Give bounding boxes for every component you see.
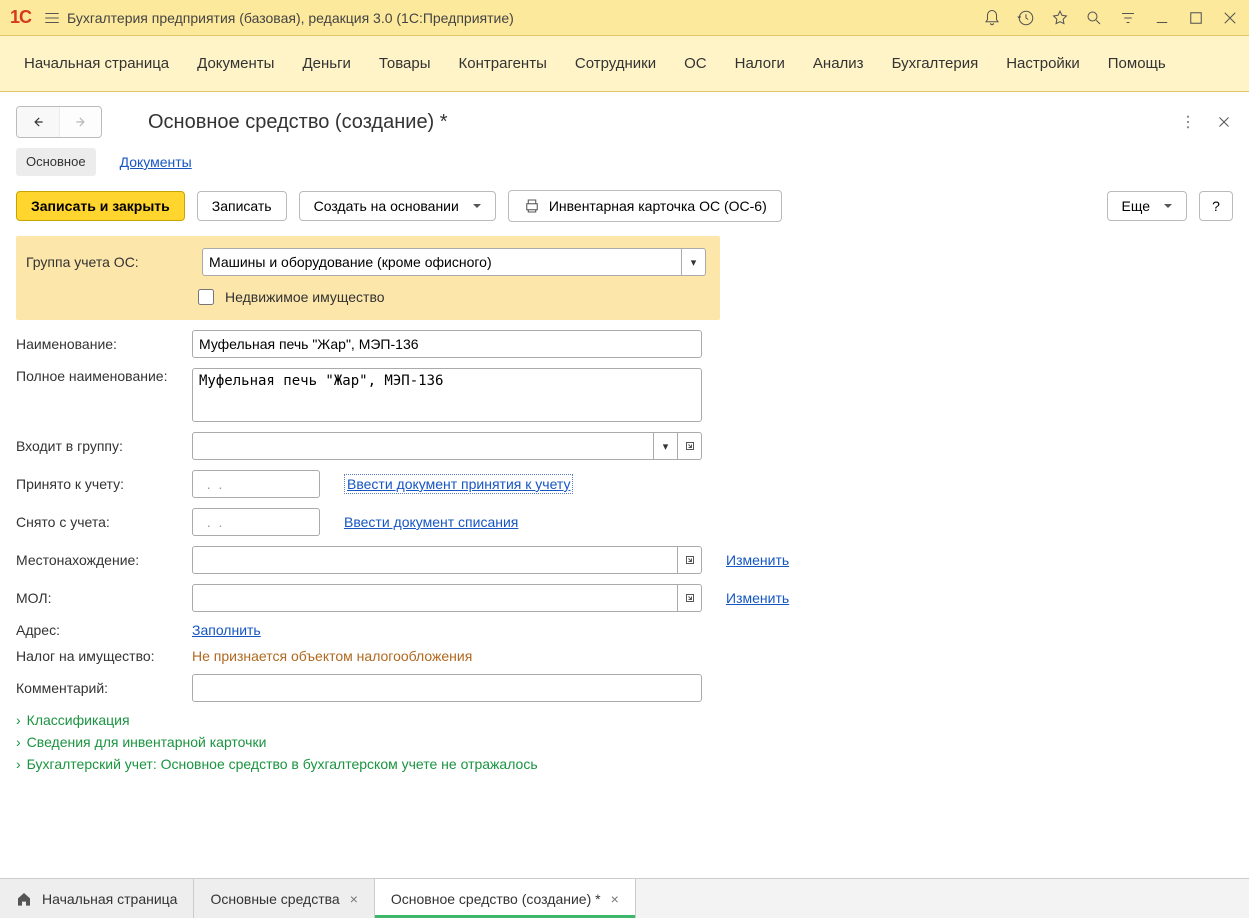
- save-and-close-button[interactable]: Записать и закрыть: [16, 191, 185, 221]
- history-nav: [16, 106, 102, 138]
- location-change-link[interactable]: Изменить: [726, 552, 789, 568]
- app-logo: 1C: [10, 7, 31, 28]
- subtab-documents[interactable]: Документы: [110, 148, 202, 176]
- in-group-dropdown-button[interactable]: ▾: [654, 432, 678, 460]
- maximize-icon[interactable]: [1187, 9, 1205, 27]
- group-inventory-card[interactable]: › Сведения для инвентарной карточки: [16, 734, 576, 750]
- nav-help[interactable]: Помощь: [1108, 55, 1166, 72]
- removed-date-input[interactable]: [192, 508, 320, 536]
- tab-current-label: Основное средство (создание) *: [391, 891, 601, 907]
- history-icon[interactable]: [1017, 9, 1035, 27]
- tab-fixed-assets[interactable]: Основные средства ×: [194, 879, 374, 918]
- nav-money[interactable]: Деньги: [302, 55, 350, 72]
- subtab-main[interactable]: Основное: [16, 148, 96, 176]
- mol-change-link[interactable]: Изменить: [726, 590, 789, 606]
- in-group-label: Входит в группу:: [16, 438, 184, 454]
- realty-checkbox-row[interactable]: Недвижимое имущество: [194, 286, 710, 308]
- tab-current[interactable]: Основное средство (создание) * ×: [375, 879, 636, 918]
- in-group-open-button[interactable]: [678, 432, 702, 460]
- main-nav: Начальная страница Документы Деньги Това…: [0, 36, 1249, 92]
- location-input[interactable]: [192, 546, 678, 574]
- removed-label: Снято с учета:: [16, 514, 184, 530]
- nav-home[interactable]: Начальная страница: [24, 55, 169, 72]
- comment-label: Комментарий:: [16, 680, 184, 696]
- hamburger-icon[interactable]: [43, 9, 61, 27]
- titlebar-buttons: [983, 9, 1239, 27]
- save-button[interactable]: Записать: [197, 191, 287, 221]
- nav-documents[interactable]: Документы: [197, 55, 274, 72]
- nav-analysis[interactable]: Анализ: [813, 55, 864, 72]
- accepted-link[interactable]: Ввести документ принятия к учету: [344, 474, 573, 494]
- realty-checkbox[interactable]: [198, 289, 214, 305]
- tax-value: Не признается объектом налогообложения: [192, 648, 472, 664]
- nav-employees[interactable]: Сотрудники: [575, 55, 656, 72]
- accepted-label: Принято к учету:: [16, 476, 184, 492]
- group-accounting[interactable]: › Бухгалтерский учет: Основное средство …: [16, 756, 576, 772]
- nav-taxes[interactable]: Налоги: [735, 55, 785, 72]
- location-label: Местонахождение:: [16, 552, 184, 568]
- tab-close-icon[interactable]: ×: [611, 891, 619, 907]
- full-name-label: Полное наименование:: [16, 368, 184, 384]
- nav-os[interactable]: ОС: [684, 55, 707, 72]
- print-card-button[interactable]: Инвентарная карточка ОС (ОС-6): [508, 190, 782, 222]
- printer-icon: [523, 197, 541, 215]
- page-title: Основное средство (создание) *: [148, 111, 1173, 134]
- nav-goods[interactable]: Товары: [379, 55, 431, 72]
- location-open-button[interactable]: [678, 546, 702, 574]
- help-button[interactable]: ?: [1199, 191, 1233, 221]
- minimize-icon[interactable]: [1153, 9, 1171, 27]
- accepted-date-input[interactable]: [192, 470, 320, 498]
- mol-input[interactable]: [192, 584, 678, 612]
- realty-checkbox-label: Недвижимое имущество: [225, 289, 385, 305]
- close-icon[interactable]: [1221, 9, 1239, 27]
- name-input[interactable]: [192, 330, 702, 358]
- more-button[interactable]: Еще: [1107, 191, 1188, 221]
- chevron-right-icon: ›: [16, 756, 21, 772]
- address-fill-link[interactable]: Заполнить: [192, 622, 261, 638]
- print-card-label: Инвентарная карточка ОС (ОС-6): [549, 198, 767, 214]
- in-group-input[interactable]: [192, 432, 654, 460]
- chevron-right-icon: ›: [16, 712, 21, 728]
- home-icon: [16, 891, 32, 907]
- back-button[interactable]: [17, 107, 59, 137]
- nav-accounting[interactable]: Бухгалтерия: [892, 55, 979, 72]
- group-dropdown-button[interactable]: ▾: [682, 248, 706, 276]
- mol-label: МОЛ:: [16, 590, 184, 606]
- tab-fixed-assets-label: Основные средства: [210, 891, 339, 907]
- close-page-icon[interactable]: [1215, 113, 1233, 131]
- bell-icon[interactable]: [983, 9, 1001, 27]
- window-tabs: Начальная страница Основные средства × О…: [0, 878, 1249, 918]
- kebab-icon[interactable]: [1179, 113, 1197, 131]
- removed-link[interactable]: Ввести документ списания: [344, 514, 518, 530]
- group-label: Группа учета ОС:: [26, 254, 194, 270]
- comment-input[interactable]: [192, 674, 702, 702]
- group-accounting-label: Бухгалтерский учет: Основное средство в …: [27, 756, 538, 772]
- group-select[interactable]: [202, 248, 682, 276]
- app-title: Бухгалтерия предприятия (базовая), редак…: [67, 10, 983, 26]
- nav-settings[interactable]: Настройки: [1006, 55, 1080, 72]
- tab-home-label: Начальная страница: [42, 891, 177, 907]
- tab-close-icon[interactable]: ×: [350, 891, 358, 907]
- mol-open-button[interactable]: [678, 584, 702, 612]
- chevron-right-icon: ›: [16, 734, 21, 750]
- full-name-textarea[interactable]: [192, 368, 702, 422]
- name-label: Наименование:: [16, 336, 184, 352]
- address-label: Адрес:: [16, 622, 184, 638]
- create-based-button[interactable]: Создать на основании: [299, 191, 496, 221]
- group-classification-label: Классификация: [27, 712, 130, 728]
- tab-home[interactable]: Начальная страница: [0, 879, 194, 918]
- group-accounting-block: Группа учета ОС: ▾ Недвижимое имущество: [16, 236, 720, 320]
- forward-button: [59, 107, 101, 137]
- tax-label: Налог на имущество:: [16, 648, 184, 664]
- filter-icon[interactable]: [1119, 9, 1137, 27]
- group-inventory-card-label: Сведения для инвентарной карточки: [27, 734, 267, 750]
- nav-contractors[interactable]: Контрагенты: [459, 55, 547, 72]
- title-bar: 1C Бухгалтерия предприятия (базовая), ре…: [0, 0, 1249, 36]
- group-classification[interactable]: › Классификация: [16, 712, 576, 728]
- star-icon[interactable]: [1051, 9, 1069, 27]
- search-icon[interactable]: [1085, 9, 1103, 27]
